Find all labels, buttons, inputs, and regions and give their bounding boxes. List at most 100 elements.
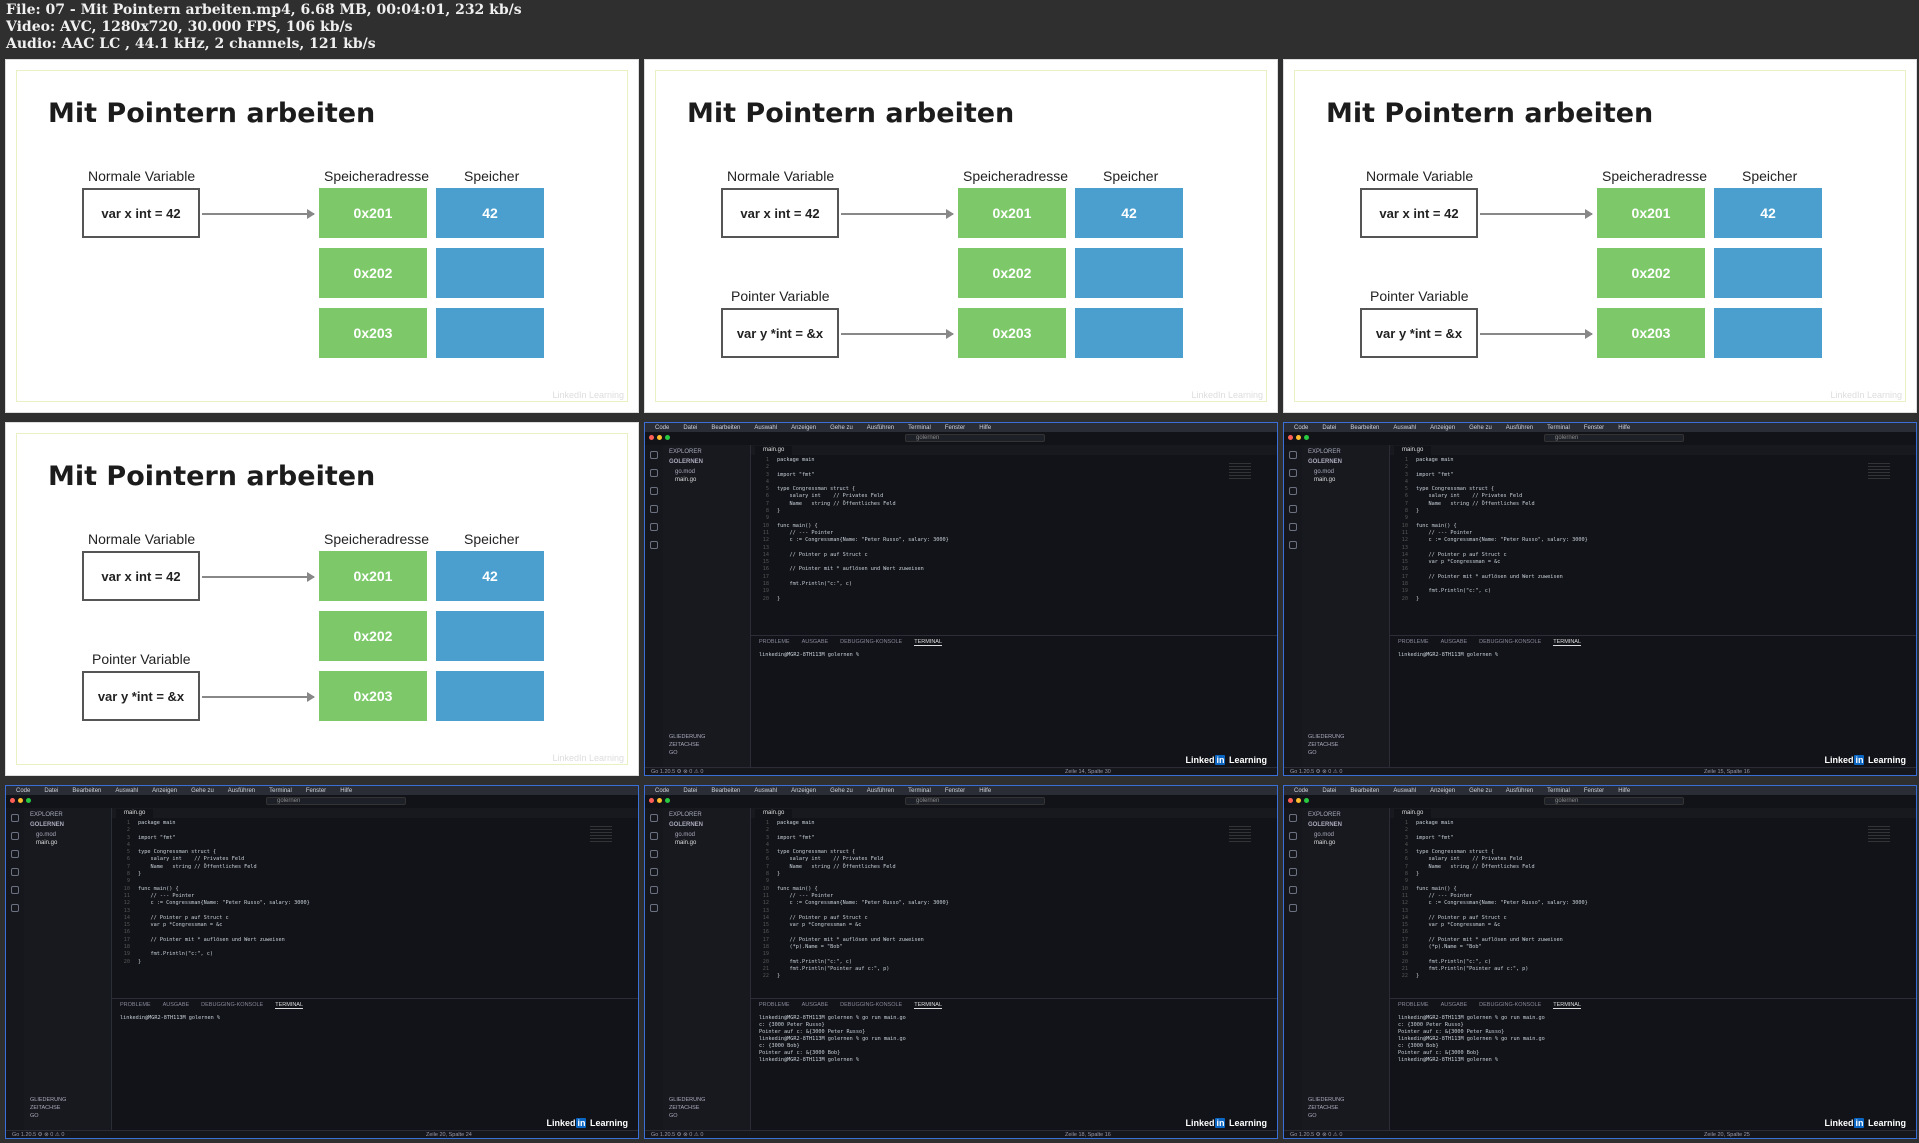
menu-item[interactable]: Fenster	[1584, 425, 1604, 431]
panel-tab[interactable]: DEBUGGING-KONSOLE	[840, 639, 902, 646]
menu-item[interactable]: Hilfe	[979, 425, 991, 431]
menu-item[interactable]: Auswahl	[115, 788, 138, 794]
outline-item[interactable]: GLIEDERUNG	[669, 1096, 705, 1104]
menu-item[interactable]: Datei	[683, 425, 697, 431]
activity-icon[interactable]	[11, 886, 19, 894]
panel-tab[interactable]: AUSGABE	[163, 1002, 190, 1009]
window-dot[interactable]	[657, 798, 662, 803]
menu-item[interactable]: Bearbeiten	[711, 425, 740, 431]
activity-icon[interactable]	[1289, 541, 1297, 549]
file-item[interactable]: main.go	[1314, 840, 1335, 846]
panel-tab[interactable]: AUSGABE	[802, 1002, 829, 1009]
panel-tab[interactable]: DEBUGGING-KONSOLE	[1479, 1002, 1541, 1009]
terminal-output[interactable]: linkedin@MGR2-8TH113M golernen % go run …	[759, 1015, 906, 1064]
outline-item[interactable]: GO	[669, 1112, 705, 1120]
file-item[interactable]: go.mod	[675, 832, 695, 838]
menu-item[interactable]: Code	[655, 425, 669, 431]
window-dot[interactable]	[1296, 798, 1301, 803]
command-search[interactable]: golernen	[905, 434, 1045, 442]
activity-icon[interactable]	[1289, 814, 1297, 822]
window-dot[interactable]	[18, 798, 23, 803]
activity-icon[interactable]	[11, 814, 19, 822]
menu-item[interactable]: Hilfe	[979, 788, 991, 794]
menu-item[interactable]: Hilfe	[340, 788, 352, 794]
folder-name[interactable]: GOLERNEN	[1308, 459, 1342, 465]
window-dot[interactable]	[26, 798, 31, 803]
tab-main-go[interactable]: main.go	[1394, 809, 1432, 818]
activity-icon[interactable]	[650, 505, 658, 513]
window-dot[interactable]	[1288, 798, 1293, 803]
outline-item[interactable]: ZEITACHSE	[669, 1104, 705, 1112]
panel-tab[interactable]: AUSGABE	[1441, 1002, 1468, 1009]
menu-item[interactable]: Terminal	[269, 788, 292, 794]
activity-icon[interactable]	[11, 868, 19, 876]
activity-icon[interactable]	[650, 523, 658, 531]
activity-icon[interactable]	[650, 904, 658, 912]
menu-item[interactable]: Fenster	[945, 425, 965, 431]
menu-item[interactable]: Gehe zu	[830, 425, 853, 431]
panel-tab[interactable]: PROBLEME	[1398, 1002, 1429, 1009]
window-dot[interactable]	[665, 435, 670, 440]
menu-item[interactable]: Bearbeiten	[1350, 425, 1379, 431]
menu-item[interactable]: Auswahl	[1393, 788, 1416, 794]
activity-icon[interactable]	[1289, 886, 1297, 894]
menu-item[interactable]: Ausführen	[867, 788, 894, 794]
menu-item[interactable]: Ausführen	[228, 788, 255, 794]
activity-icon[interactable]	[1289, 850, 1297, 858]
activity-icon[interactable]	[1289, 487, 1297, 495]
panel-tab[interactable]: TERMINAL	[275, 1002, 304, 1009]
terminal-output[interactable]: linkedin@MGR2-8TH113M golernen %	[1398, 652, 1501, 659]
activity-icon[interactable]	[11, 850, 19, 858]
menu-item[interactable]: Gehe zu	[191, 788, 214, 794]
tab-main-go[interactable]: main.go	[116, 809, 154, 818]
file-item[interactable]: main.go	[675, 477, 696, 483]
menu-item[interactable]: Gehe zu	[830, 788, 853, 794]
code-editor[interactable]: 1 package main 2 3 import "fmt" 4 5 type Congre…	[112, 820, 618, 998]
menu-item[interactable]: Code	[1294, 425, 1308, 431]
menu-item[interactable]: Code	[1294, 788, 1308, 794]
menu-item[interactable]: Code	[655, 788, 669, 794]
panel-tab[interactable]: PROBLEME	[759, 1002, 790, 1009]
panel-tab[interactable]: PROBLEME	[759, 639, 790, 646]
tab-main-go[interactable]: main.go	[755, 809, 793, 818]
activity-icon[interactable]	[650, 814, 658, 822]
file-item[interactable]: main.go	[1314, 477, 1335, 483]
menu-item[interactable]: Terminal	[908, 425, 931, 431]
window-dot[interactable]	[10, 798, 15, 803]
window-dot[interactable]	[1304, 435, 1309, 440]
menu-item[interactable]: Hilfe	[1618, 788, 1630, 794]
window-dot[interactable]	[1304, 798, 1309, 803]
menu-item[interactable]: Auswahl	[754, 788, 777, 794]
file-item[interactable]: go.mod	[1314, 469, 1334, 475]
folder-name[interactable]: GOLERNEN	[30, 822, 64, 828]
outline-item[interactable]: GO	[1308, 749, 1344, 757]
activity-icon[interactable]	[1289, 451, 1297, 459]
menu-item[interactable]: Fenster	[306, 788, 326, 794]
command-search[interactable]: golernen	[1544, 797, 1684, 805]
file-item[interactable]: go.mod	[1314, 832, 1334, 838]
command-search[interactable]: golernen	[266, 797, 406, 805]
menu-item[interactable]: Gehe zu	[1469, 788, 1492, 794]
file-item[interactable]: go.mod	[36, 832, 56, 838]
activity-icon[interactable]	[650, 868, 658, 876]
activity-icon[interactable]	[11, 904, 19, 912]
menu-item[interactable]: Ausführen	[1506, 425, 1533, 431]
panel-tab[interactable]: PROBLEME	[1398, 639, 1429, 646]
outline-item[interactable]: ZEITACHSE	[1308, 1104, 1344, 1112]
terminal-output[interactable]: linkedin@MGR2-8TH113M golernen %	[759, 652, 862, 659]
command-search[interactable]: golernen	[1544, 434, 1684, 442]
menu-item[interactable]: Anzeigen	[1430, 425, 1455, 431]
window-dot[interactable]	[657, 435, 662, 440]
outline-item[interactable]: GO	[30, 1112, 66, 1120]
file-item[interactable]: main.go	[36, 840, 57, 846]
panel-tab[interactable]: TERMINAL	[914, 1002, 943, 1009]
panel-tab[interactable]: DEBUGGING-KONSOLE	[1479, 639, 1541, 646]
activity-icon[interactable]	[1289, 904, 1297, 912]
menu-item[interactable]: Terminal	[908, 788, 931, 794]
menu-item[interactable]: Terminal	[1547, 788, 1570, 794]
window-dot[interactable]	[649, 798, 654, 803]
menu-item[interactable]: Datei	[683, 788, 697, 794]
menu-item[interactable]: Code	[16, 788, 30, 794]
menu-item[interactable]: Anzeigen	[791, 788, 816, 794]
menu-item[interactable]: Anzeigen	[1430, 788, 1455, 794]
